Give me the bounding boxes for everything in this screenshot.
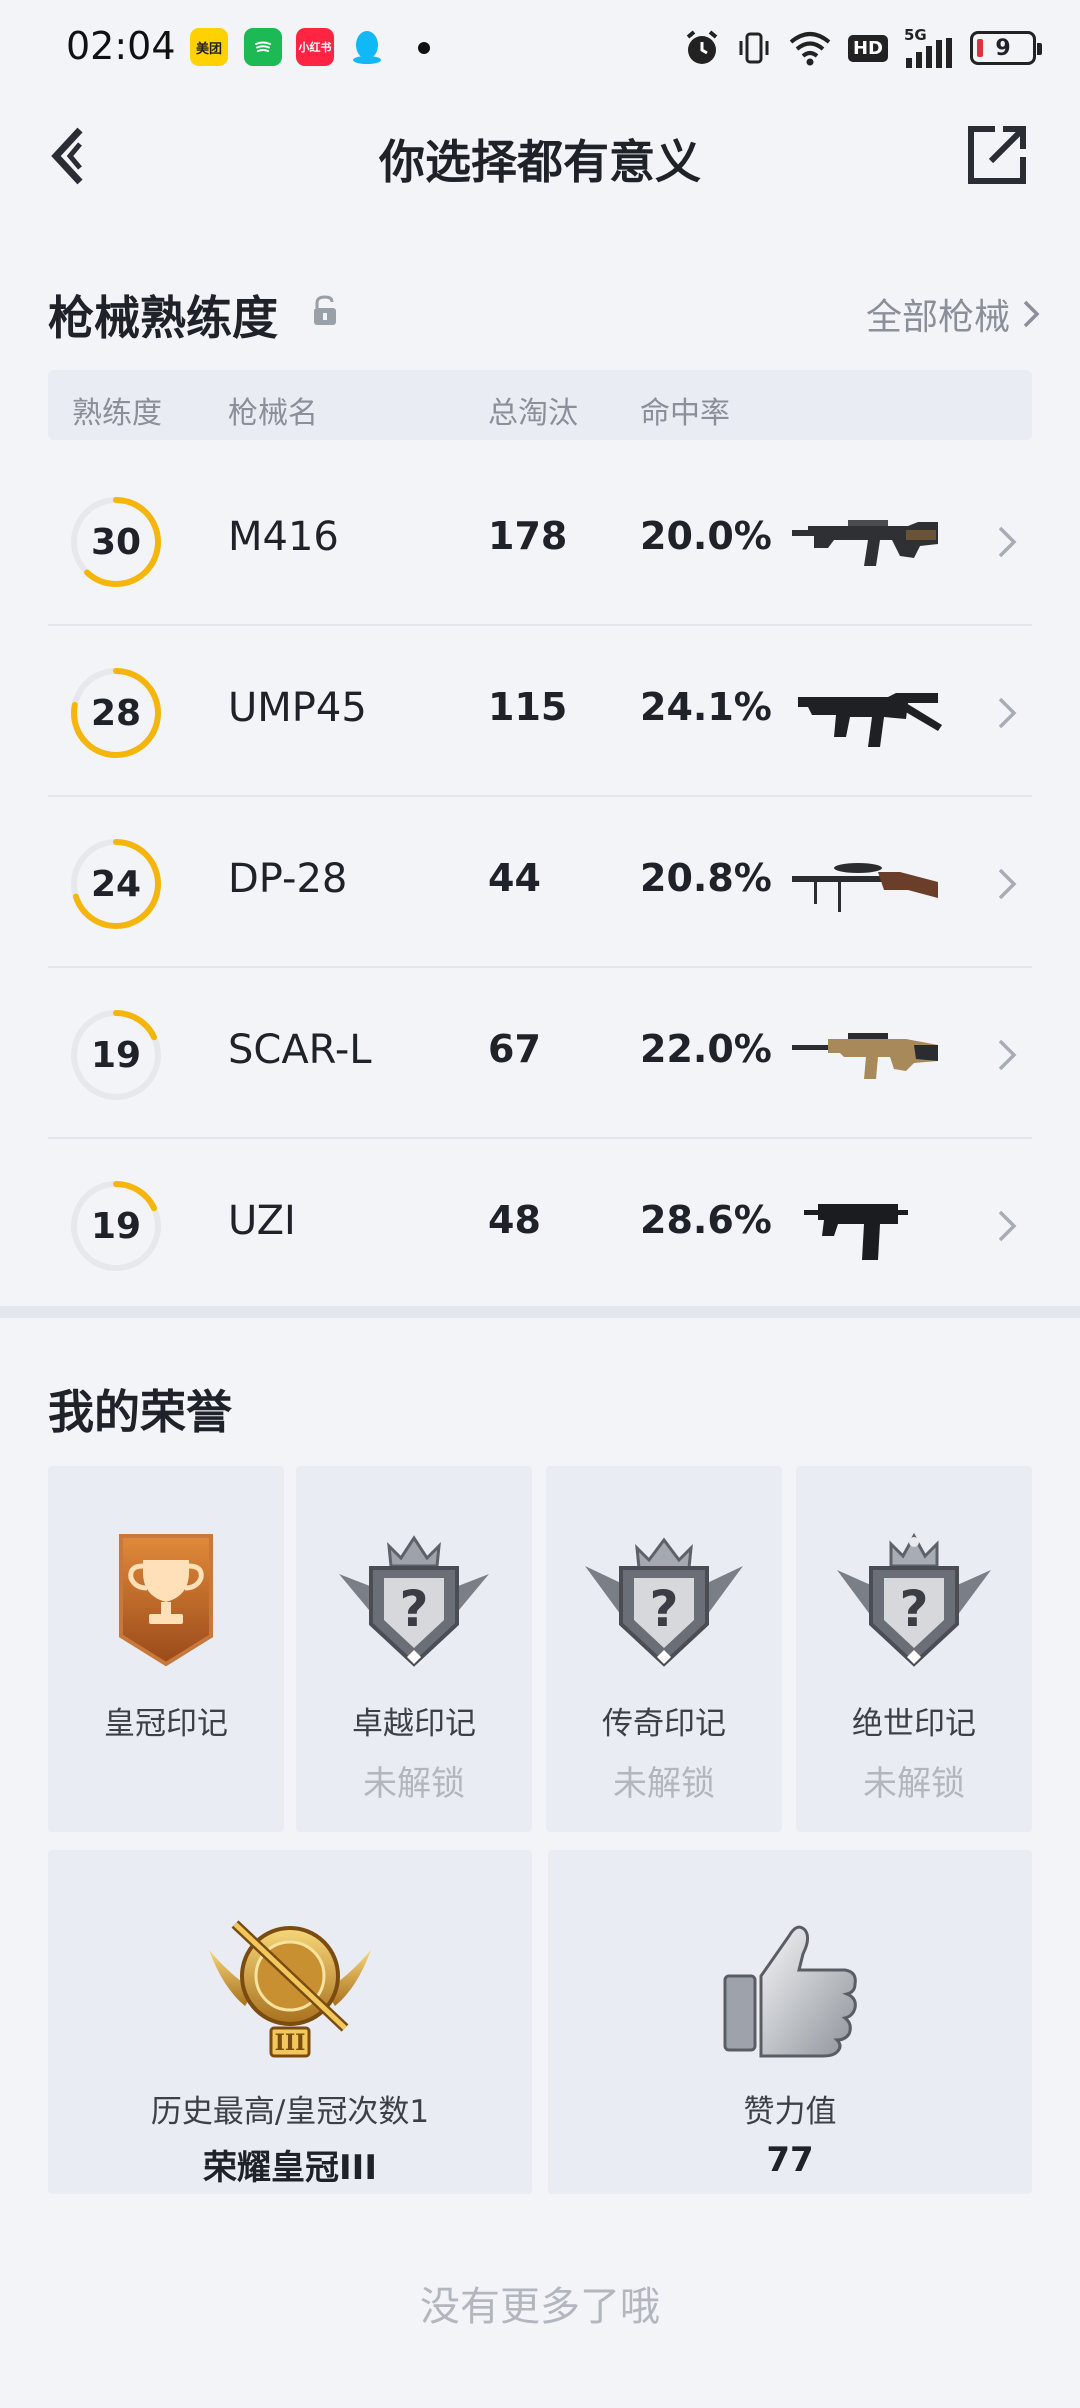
locked-badge-icon: ? xyxy=(837,1532,991,1667)
best-rank-label: 历史最高/皇冠次数1 xyxy=(150,2094,430,2130)
honor-card-peerless[interactable]: ? 绝世印记 未解锁 xyxy=(796,1466,1032,1832)
qq-app-icon xyxy=(348,28,386,66)
best-rank-value: 荣耀皇冠III xyxy=(203,2148,377,2188)
weapon-row-scarl[interactable]: 19 SCAR-L 67 22.0% xyxy=(48,969,1032,1139)
honor-status: 未解锁 xyxy=(863,1764,965,1804)
wifi-icon xyxy=(788,28,832,68)
all-weapons-link[interactable]: 全部枪械 xyxy=(866,288,1040,340)
likes-card[interactable]: 赞力值 77 xyxy=(548,1850,1032,2194)
honor-card-excellence[interactable]: ? 卓越印记 未解锁 xyxy=(296,1466,532,1832)
share-button[interactable] xyxy=(962,120,1032,190)
unlock-icon[interactable] xyxy=(310,294,340,328)
spotify-app-icon xyxy=(244,28,282,66)
weapon-kills: 115 xyxy=(488,685,568,729)
vibrate-icon xyxy=(736,28,772,68)
weapon-name: UZI xyxy=(228,1198,296,1244)
chevron-right-icon xyxy=(998,868,1017,900)
weapon-kills: 48 xyxy=(488,1198,541,1242)
weapon-kills: 44 xyxy=(488,856,541,900)
col-weapon-name: 枪械名 xyxy=(228,396,318,431)
weapon-hit-rate: 20.8% xyxy=(640,856,772,900)
honor-status: 未解锁 xyxy=(363,1764,465,1804)
weapon-kills: 178 xyxy=(488,514,568,558)
all-weapons-label: 全部枪械 xyxy=(865,297,1010,338)
thumbs-up-icon xyxy=(723,1925,857,2058)
weapon-row-uzi[interactable]: 19 UZI 48 28.6% xyxy=(48,1140,1032,1310)
section-divider xyxy=(0,1306,1080,1318)
meituan-app-icon: 美团 xyxy=(190,28,228,66)
hd-icon: HD xyxy=(847,28,888,68)
no-more-content-text: 没有更多了哦 xyxy=(420,2284,660,2330)
weapon-name: M416 xyxy=(228,514,339,560)
weapon-hit-rate: 24.1% xyxy=(640,685,772,729)
honors-title: 我的荣誉 xyxy=(48,1385,232,1439)
honor-name: 皇冠印记 xyxy=(104,1706,228,1742)
col-hit-rate: 命中率 xyxy=(640,396,730,431)
likes-value: 77 xyxy=(766,2140,814,2180)
honor-name: 卓越印记 xyxy=(352,1706,476,1742)
svg-text:?: ? xyxy=(399,1580,428,1638)
xiaohongshu-app-icon: 小红书 xyxy=(296,28,334,66)
weapon-name: DP-28 xyxy=(228,856,348,902)
chevron-right-icon xyxy=(1023,300,1040,328)
crown-rank-badge-icon: III xyxy=(209,1920,371,2058)
chevron-right-icon xyxy=(998,1039,1017,1071)
weapon-table-header: 熟练度 枪械名 总淘汰 命中率 xyxy=(48,370,1032,440)
weapon-kills: 67 xyxy=(488,1027,541,1071)
weapon-row-dp28[interactable]: 24 DP-28 44 20.8% xyxy=(48,798,1032,968)
chevron-right-icon xyxy=(998,697,1017,729)
col-mastery: 熟练度 xyxy=(72,396,162,431)
mastery-level: 30 xyxy=(90,521,142,563)
trophy-badge-icon xyxy=(119,1534,213,1667)
svg-text:?: ? xyxy=(649,1580,678,1638)
locked-badge-icon: ? xyxy=(339,1535,489,1667)
weapon-hit-rate: 20.0% xyxy=(640,514,772,558)
ump45-weapon-icon xyxy=(788,667,948,757)
mastery-level: 19 xyxy=(90,1205,142,1247)
alarm-icon xyxy=(684,28,720,68)
weapon-hit-rate: 28.6% xyxy=(640,1198,772,1242)
m416-weapon-icon xyxy=(788,496,948,586)
mastery-level: 19 xyxy=(90,1034,142,1076)
weapon-row-m416[interactable]: 30 M416 178 20.0% xyxy=(48,456,1032,626)
svg-text:?: ? xyxy=(899,1580,928,1638)
status-time: 02:04 xyxy=(66,24,176,68)
weapon-mastery-title: 枪械熟练度 xyxy=(48,291,278,345)
weapon-row-ump45[interactable]: 28 UMP45 115 24.1% xyxy=(48,627,1032,797)
page-title: 你选择都有意义 xyxy=(379,135,701,189)
best-rank-card[interactable]: III 历史最高/皇冠次数1 荣耀皇冠III xyxy=(48,1850,532,2194)
uzi-weapon-icon xyxy=(788,1180,948,1270)
mastery-level: 28 xyxy=(90,692,142,734)
scarl-weapon-icon xyxy=(788,1009,948,1099)
chevron-right-icon xyxy=(998,526,1017,558)
top-nav-bar: 你选择都有意义 xyxy=(0,96,1080,216)
honor-card-legend[interactable]: ? 传奇印记 未解锁 xyxy=(546,1466,782,1832)
honor-card-crown[interactable]: 皇冠印记 xyxy=(48,1466,284,1832)
weapon-name: SCAR-L xyxy=(228,1027,372,1073)
status-bar: 02:04 美团 小红书 HD 5G 9 xyxy=(0,0,1080,96)
honor-name: 传奇印记 xyxy=(602,1706,726,1742)
col-total-kills: 总淘汰 xyxy=(488,396,578,431)
battery-indicator: 9 xyxy=(970,31,1042,65)
weapon-hit-rate: 22.0% xyxy=(640,1027,772,1071)
svg-text:III: III xyxy=(275,2030,306,2056)
likes-label: 赞力值 xyxy=(743,2094,837,2130)
honor-name: 绝世印记 xyxy=(852,1706,976,1742)
share-external-icon xyxy=(968,126,1026,184)
mastery-level: 24 xyxy=(90,863,142,905)
signal-icon: 5G xyxy=(904,26,954,68)
honor-status: 未解锁 xyxy=(613,1764,715,1804)
chevron-right-icon xyxy=(998,1210,1017,1242)
weapon-name: UMP45 xyxy=(228,685,367,731)
dp28-weapon-icon xyxy=(788,838,948,928)
notification-dot xyxy=(418,42,430,54)
locked-badge-icon: ? xyxy=(585,1537,743,1667)
